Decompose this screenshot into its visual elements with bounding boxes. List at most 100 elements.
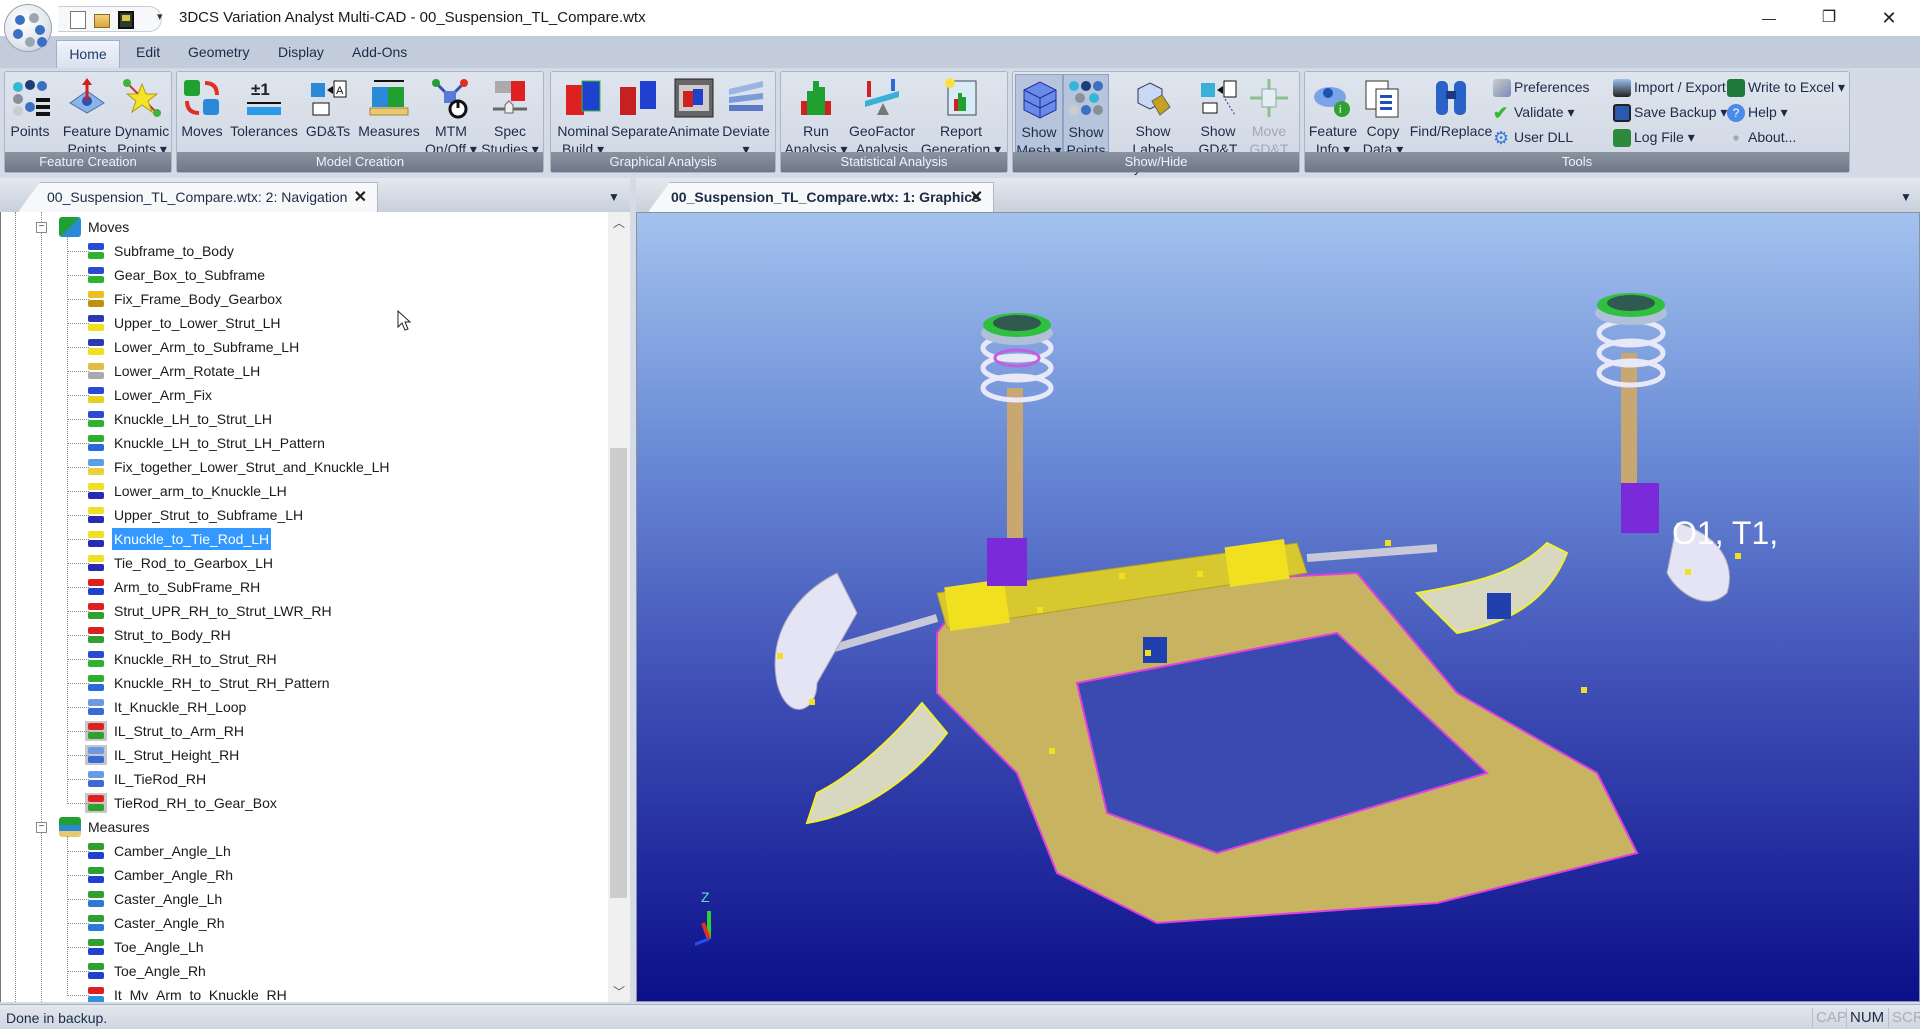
tree-connector-line xyxy=(67,899,89,900)
gdts-icon: A xyxy=(307,77,349,119)
show-gdt-button[interactable]: Show GD&T xyxy=(1193,74,1243,157)
tree-scrollbar-thumb[interactable] xyxy=(610,448,627,898)
measures-button[interactable]: Measures xyxy=(357,74,421,152)
tolerances-button[interactable]: ±1 Tolerances xyxy=(229,74,299,152)
navigation-tab[interactable]: 00_Suspension_TL_Compare.wtx: 2: Navigat… xyxy=(18,182,378,212)
user-dll-button[interactable]: ⚙ User DLL xyxy=(1493,126,1573,148)
graphics-viewport[interactable]: O1, T1, Z xyxy=(636,212,1920,1002)
scroll-down-arrow-icon[interactable]: ﹀ xyxy=(613,983,625,1000)
move-gdt-button[interactable]: Move GD&T xyxy=(1243,74,1295,157)
navigation-pane-menu-arrow[interactable]: ▼ xyxy=(608,190,620,204)
geofactor-analysis-button[interactable]: GeoFactor Analysis xyxy=(849,74,915,157)
measures-icon xyxy=(368,77,410,119)
close-graphics-tab-icon[interactable]: ✕ xyxy=(970,187,983,207)
log-file-button[interactable]: Log File ▾ xyxy=(1613,126,1695,148)
separate-button[interactable]: Separate xyxy=(611,74,668,152)
tree-connector-line xyxy=(67,563,89,564)
report-generation-button[interactable]: Report Generation ▾ xyxy=(917,74,1005,157)
num-lock-indicator: NUM xyxy=(1846,1008,1887,1028)
write-to-excel-button[interactable]: Write to Excel ▾ xyxy=(1727,76,1845,98)
show-mesh-button[interactable]: Show Mesh ▾ xyxy=(1015,74,1063,158)
binoculars-icon xyxy=(1430,77,1472,119)
tree-node-label: Measures xyxy=(88,819,150,835)
group-statistical-analysis: Run Analysis ▾ GeoFactor Analysis Report… xyxy=(780,71,1008,173)
svg-text:A: A xyxy=(336,85,344,97)
graphics-pane-menu-arrow[interactable]: ▼ xyxy=(1900,190,1912,204)
graphics-tab[interactable]: 00_Suspension_TL_Compare.wtx: 1: Graphic… xyxy=(648,182,994,212)
import-export-button[interactable]: Import / Export ▾ xyxy=(1613,76,1737,98)
tree-connector-line xyxy=(67,395,89,396)
deviate-button[interactable]: Deviate ▾ xyxy=(719,74,773,157)
tree-item-label: Strut_to_Body_RH xyxy=(114,627,231,643)
new-file-icon[interactable] xyxy=(70,11,86,29)
help-icon: ? xyxy=(1727,104,1745,123)
close-navigation-tab-icon[interactable]: ✕ xyxy=(354,187,367,207)
points-button[interactable]: Points xyxy=(9,74,51,152)
tree-item-label: Upper_Strut_to_Subframe_LH xyxy=(114,507,304,523)
checkmark-icon: ✔ xyxy=(1493,103,1509,124)
spec-studies-button[interactable]: Spec Studies ▾ xyxy=(479,74,541,157)
deviate-icon xyxy=(725,77,767,119)
feature-info-button[interactable]: i Feature Info ▾ xyxy=(1307,74,1359,157)
tree-scrollbar[interactable]: ︿ ﹀ xyxy=(608,212,630,1002)
tree-child-line xyxy=(67,236,68,804)
collapse-toggle-icon[interactable]: − xyxy=(36,822,47,833)
application-menu-button[interactable] xyxy=(4,4,52,52)
tree-connector-line xyxy=(67,371,89,372)
tree-item-label: It_Mv_Arm_to_Knuckle_RH xyxy=(114,987,287,1002)
suspension-model[interactable] xyxy=(637,213,1920,1002)
tab-add-ons[interactable]: Add-Ons xyxy=(352,44,407,60)
tab-display[interactable]: Display xyxy=(278,44,324,60)
tab-geometry[interactable]: Geometry xyxy=(188,44,249,60)
show-points-icon xyxy=(1065,78,1107,120)
run-analysis-button[interactable]: Run Analysis ▾ xyxy=(783,74,849,157)
tree-connector-line xyxy=(67,539,89,540)
tree-connector-line xyxy=(67,611,89,612)
feature-label-overlay: O1, T1, xyxy=(1672,515,1779,551)
navigation-tree: Moves − Subframe_to_Body Gear_Box_to_Subfra… xyxy=(0,212,608,1002)
histogram-icon xyxy=(795,77,837,119)
animate-button[interactable]: Animate xyxy=(667,74,721,152)
mouse-cursor-icon xyxy=(397,310,412,331)
qat-customize-dropdown[interactable]: ▾ xyxy=(157,10,163,23)
moves-button[interactable]: Moves xyxy=(179,74,225,152)
tab-edit[interactable]: Edit xyxy=(136,44,160,60)
copy-data-button[interactable]: Copy Data ▾ xyxy=(1359,74,1407,157)
about-button[interactable]: About... xyxy=(1727,126,1796,148)
svg-text:i: i xyxy=(1339,104,1341,116)
gear-icon: ⚙ xyxy=(1493,128,1510,149)
help-button[interactable]: ? Help ▾ xyxy=(1727,101,1788,123)
separate-icon xyxy=(618,77,660,119)
validate-button[interactable]: ✔ Validate ▾ xyxy=(1493,101,1574,123)
tab-home[interactable]: Home xyxy=(56,40,120,68)
moves-icon xyxy=(181,77,223,119)
show-gdt-icon xyxy=(1197,77,1239,119)
minimize-button[interactable]: — xyxy=(1746,4,1792,32)
preferences-button[interactable]: Preferences xyxy=(1493,76,1589,98)
gdts-button[interactable]: A GD&Ts xyxy=(301,74,355,152)
tree-connector-line xyxy=(67,659,89,660)
restore-button[interactable]: ❐ xyxy=(1806,4,1852,32)
tree-item-label: IL_TieRod_RH xyxy=(114,771,207,787)
open-folder-icon[interactable] xyxy=(94,14,110,28)
show-points-button[interactable]: Show Points xyxy=(1063,74,1109,158)
show-labels-by-part-button[interactable]: Show Labels By Part ▾ xyxy=(1113,74,1193,175)
dynamic-points-button[interactable]: Dynamic Points ▾ xyxy=(113,74,171,157)
tree-item-label: Upper_to_Lower_Strut_LH xyxy=(114,315,281,331)
scroll-up-arrow-icon[interactable]: ︿ xyxy=(613,214,625,231)
save-icon[interactable] xyxy=(118,11,134,29)
feature-points-button[interactable]: Feature Points xyxy=(59,74,115,157)
orb-dot-icon xyxy=(37,37,47,47)
find-replace-button[interactable]: Find/Replace xyxy=(1409,74,1493,152)
strut-cap-inner-left xyxy=(993,315,1041,331)
save-backup-button[interactable]: Save Backup ▾ xyxy=(1613,101,1727,123)
nominal-build-button[interactable]: Nominal Build ▾ xyxy=(555,74,611,157)
tree-item-label: Fix_together_Lower_Strut_and_Knuckle_LH xyxy=(114,459,390,475)
close-button[interactable]: ✕ xyxy=(1866,4,1912,32)
collapse-toggle-icon[interactable]: − xyxy=(36,222,47,233)
moves-folder-icon xyxy=(59,217,81,237)
rack-boot-right xyxy=(1224,539,1290,587)
label-tag-icon xyxy=(1132,77,1174,119)
strut-cap-inner-right xyxy=(1607,295,1655,311)
mtm-toggle-button[interactable]: MTM On/Off ▾ xyxy=(423,74,479,157)
